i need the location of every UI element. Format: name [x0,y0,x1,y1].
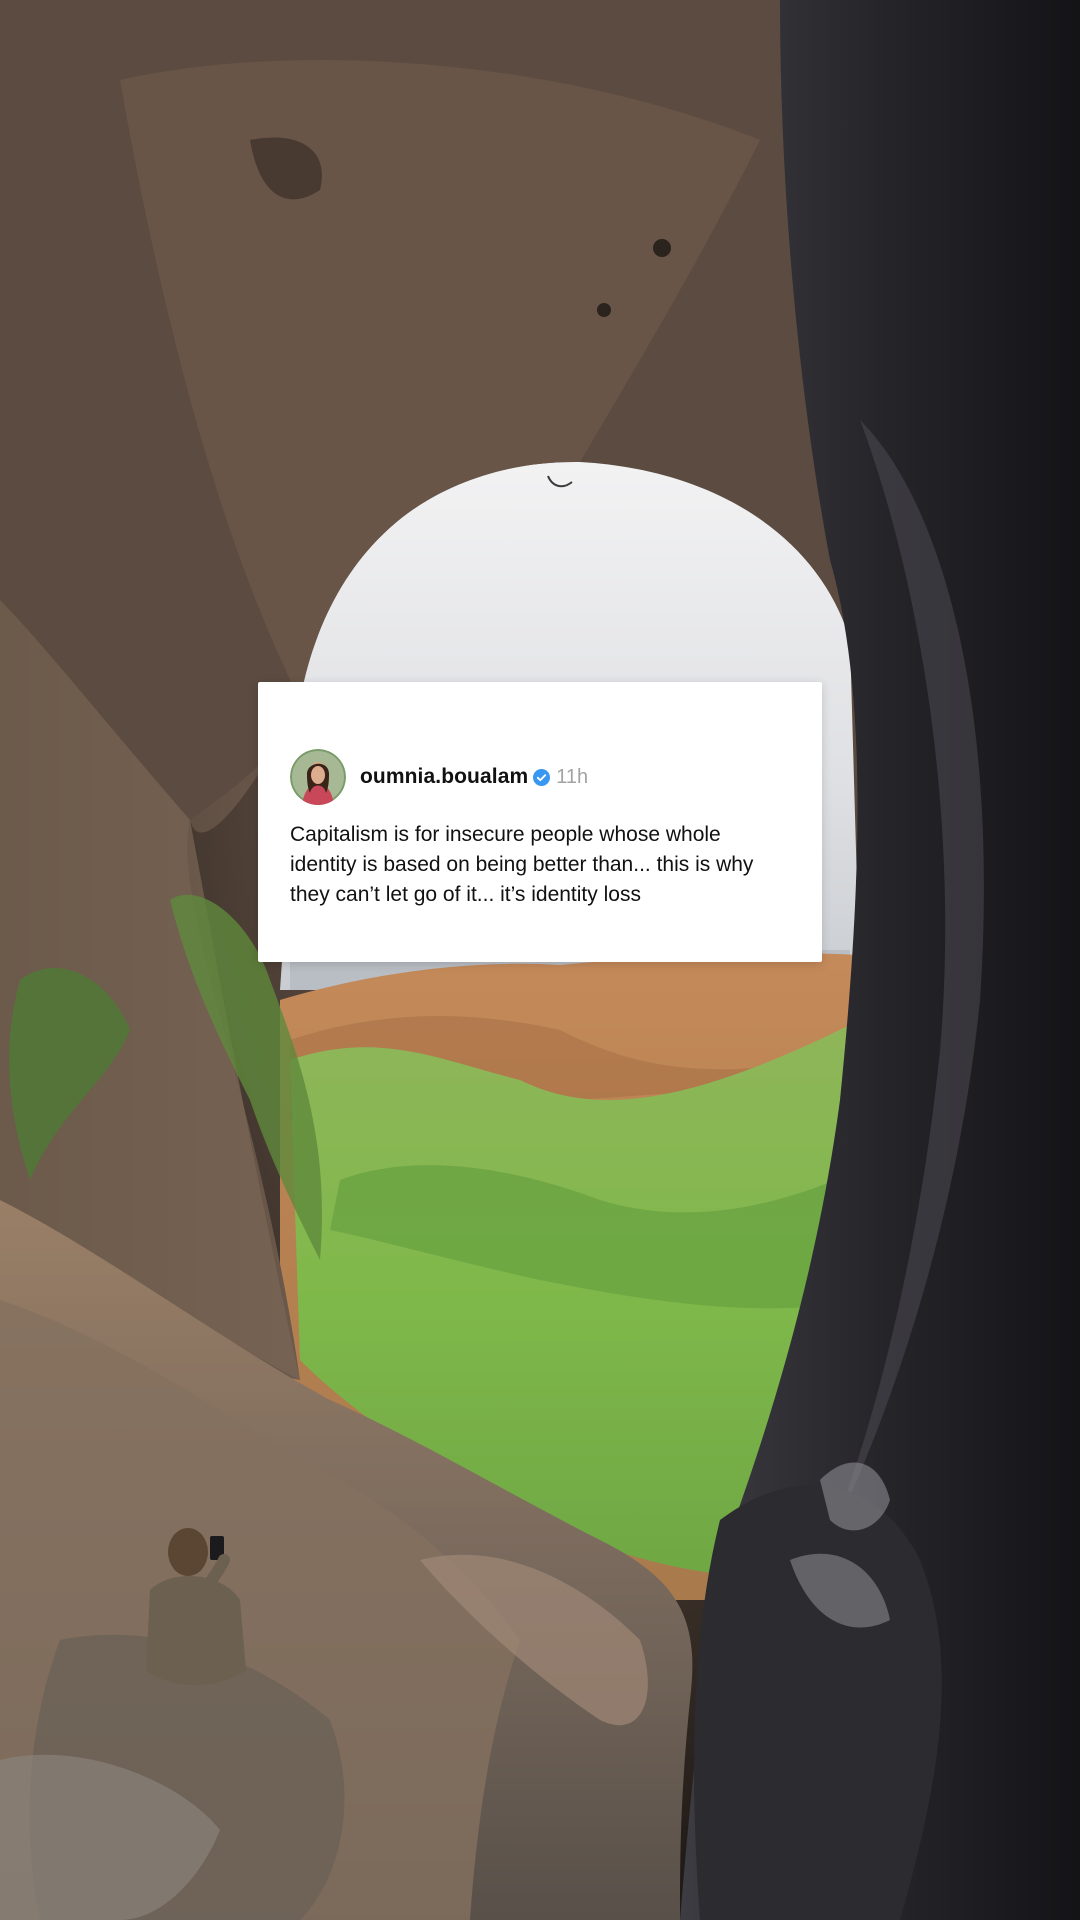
post-timestamp: 11h [556,765,589,788]
verified-badge-icon [533,768,551,786]
avatar[interactable] [290,749,346,805]
quote-post-card: oumnia.boualam 11h Capitalism is for ins… [258,682,822,962]
username[interactable]: oumnia.boualam [360,765,528,789]
post-header: oumnia.boualam 11h [290,748,788,806]
post-text: Capitalism is for insecure people whose … [290,823,754,906]
